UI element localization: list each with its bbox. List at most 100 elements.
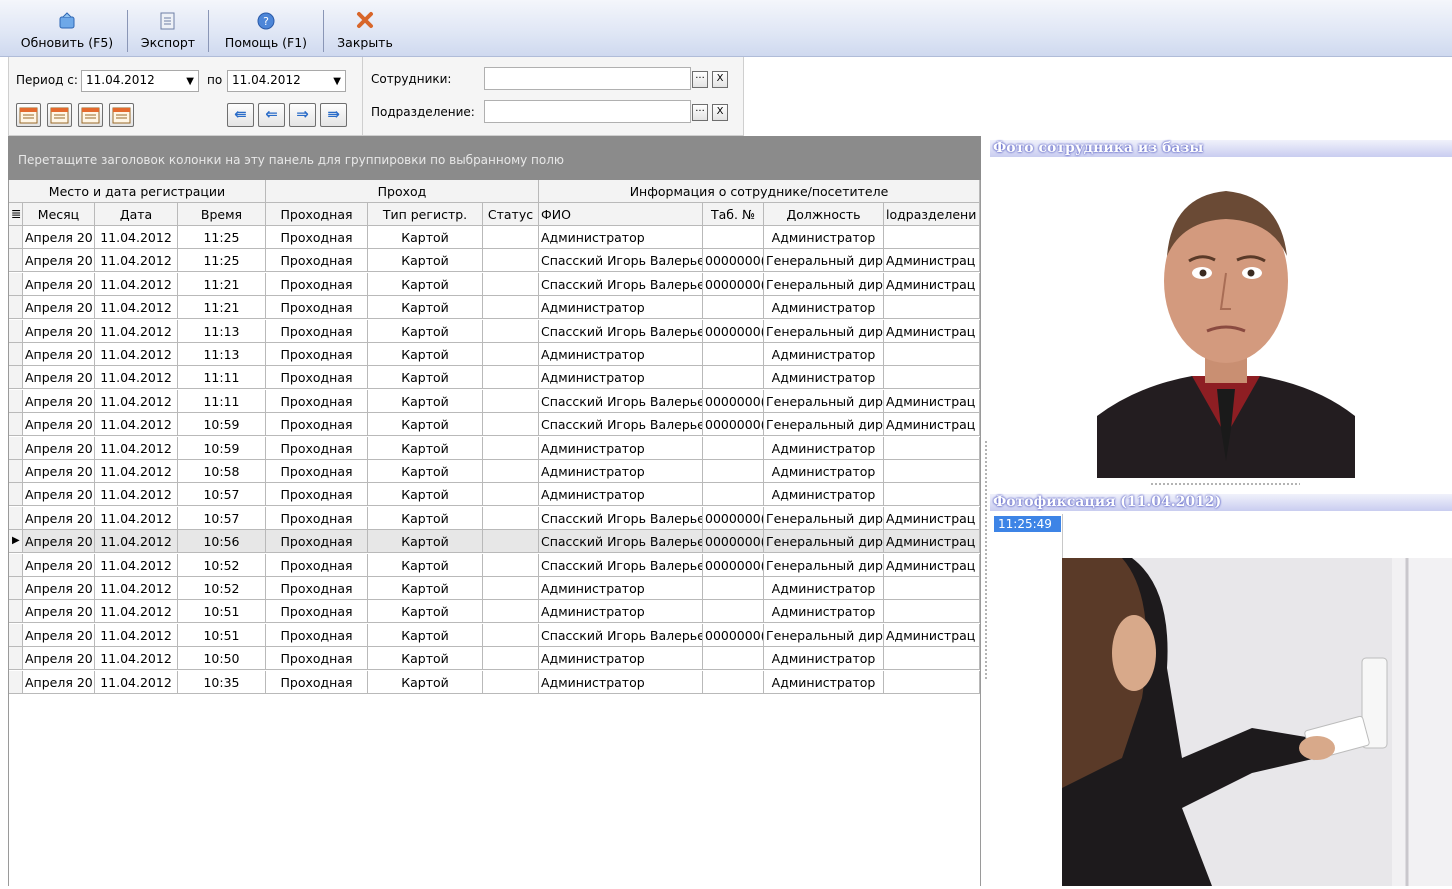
table-cell[interactable]: Картой bbox=[368, 647, 483, 671]
table-cell[interactable]: 11.04.2012 bbox=[95, 600, 178, 624]
table-cell[interactable]: 11:11 bbox=[178, 366, 266, 390]
table-cell[interactable]: 10:50 bbox=[178, 647, 266, 671]
table-cell[interactable] bbox=[483, 413, 539, 437]
table-cell[interactable]: 0000000( bbox=[703, 319, 764, 343]
employees-browse-button[interactable]: ··· bbox=[692, 71, 708, 88]
table-cell[interactable]: Картой bbox=[368, 670, 483, 694]
table-cell[interactable]: Картой bbox=[368, 366, 483, 390]
table-cell[interactable]: 0000000( bbox=[703, 249, 764, 273]
table-cell[interactable] bbox=[483, 272, 539, 296]
table-cell[interactable]: Апреля 20 bbox=[23, 272, 95, 296]
table-cell[interactable]: Картой bbox=[368, 343, 483, 366]
table-row[interactable]: Апреля 20 11.04.2012 11:25 Проходная Картой С… bbox=[9, 249, 980, 273]
row-indicator[interactable]: ▶ bbox=[9, 530, 23, 554]
refresh-button[interactable]: Обновить (F5) bbox=[14, 8, 120, 54]
table-cell[interactable] bbox=[483, 460, 539, 483]
table-cell[interactable]: Апреля 20 bbox=[23, 296, 95, 320]
employees-field[interactable] bbox=[484, 67, 691, 90]
table-cell[interactable] bbox=[483, 600, 539, 624]
table-cell[interactable]: Картой bbox=[368, 483, 483, 507]
table-cell[interactable]: Апреля 20 bbox=[23, 366, 95, 390]
table-cell[interactable]: Спасский Игорь Валерьев bbox=[539, 249, 703, 273]
table-cell[interactable]: 11.04.2012 bbox=[95, 226, 178, 249]
table-cell[interactable]: Проходная bbox=[266, 296, 368, 320]
table-cell[interactable] bbox=[483, 577, 539, 600]
table-cell[interactable]: Генеральный дире bbox=[764, 553, 884, 577]
row-indicator[interactable] bbox=[9, 483, 23, 507]
table-cell[interactable] bbox=[483, 319, 539, 343]
table-cell[interactable]: Администратор bbox=[539, 483, 703, 507]
period-week-button[interactable] bbox=[47, 103, 72, 127]
table-cell[interactable]: Администратор bbox=[539, 647, 703, 671]
table-cell[interactable]: Администратор bbox=[539, 670, 703, 694]
table-cell[interactable]: Спасский Игорь Валерьев bbox=[539, 506, 703, 530]
table-cell[interactable]: Картой bbox=[368, 623, 483, 647]
table-cell[interactable]: Администратор bbox=[539, 436, 703, 460]
table-cell[interactable]: Администратор bbox=[764, 436, 884, 460]
table-cell[interactable]: Проходная bbox=[266, 647, 368, 671]
table-cell[interactable]: 11.04.2012 bbox=[95, 272, 178, 296]
table-cell[interactable] bbox=[884, 343, 980, 366]
table-cell[interactable]: Проходная bbox=[266, 623, 368, 647]
table-cell[interactable]: 10:57 bbox=[178, 483, 266, 507]
period-next-button[interactable]: ⇒ bbox=[289, 103, 316, 127]
row-indicator[interactable] bbox=[9, 413, 23, 437]
table-row[interactable]: Апреля 20 11.04.2012 11:21 Проходная Картой А… bbox=[9, 296, 980, 320]
table-cell[interactable]: Администратор bbox=[764, 296, 884, 320]
table-cell[interactable]: Апреля 20 bbox=[23, 249, 95, 273]
band-header[interactable]: Место и дата регистрации bbox=[9, 180, 266, 203]
table-cell[interactable]: 0000000( bbox=[703, 272, 764, 296]
table-cell[interactable]: Администратор bbox=[764, 460, 884, 483]
table-cell[interactable] bbox=[483, 226, 539, 249]
table-cell[interactable] bbox=[703, 226, 764, 249]
chevron-down-icon[interactable]: ▼ bbox=[333, 76, 341, 87]
table-cell[interactable]: Администратор bbox=[764, 366, 884, 390]
table-cell[interactable]: Администратор bbox=[539, 460, 703, 483]
table-cell[interactable]: Администрац bbox=[884, 553, 980, 577]
position-column-header[interactable]: Должность bbox=[764, 203, 884, 226]
table-cell[interactable]: Проходная bbox=[266, 413, 368, 437]
close-button[interactable]: Закрыть bbox=[332, 8, 398, 54]
table-cell[interactable]: 11:21 bbox=[178, 272, 266, 296]
table-cell[interactable] bbox=[884, 647, 980, 671]
department-browse-button[interactable]: ··· bbox=[692, 104, 708, 121]
table-cell[interactable]: Картой bbox=[368, 272, 483, 296]
table-row[interactable]: Апреля 20 11.04.2012 10:51 Проходная Картой А… bbox=[9, 600, 980, 624]
table-cell[interactable]: Администратор bbox=[764, 670, 884, 694]
table-row[interactable]: Апреля 20 11.04.2012 11:21 Проходная Картой С… bbox=[9, 272, 980, 296]
table-cell[interactable]: 11:13 bbox=[178, 343, 266, 366]
table-cell[interactable]: 10:52 bbox=[178, 577, 266, 600]
table-cell[interactable]: 0000000( bbox=[703, 530, 764, 554]
table-cell[interactable]: Спасский Игорь Валерьев bbox=[539, 272, 703, 296]
row-indicator[interactable] bbox=[9, 249, 23, 273]
table-cell[interactable]: Генеральный дире bbox=[764, 413, 884, 437]
table-cell[interactable] bbox=[703, 460, 764, 483]
table-cell[interactable] bbox=[884, 366, 980, 390]
table-cell[interactable]: Спасский Игорь Валерьев bbox=[539, 389, 703, 413]
row-indicator[interactable] bbox=[9, 506, 23, 530]
table-cell[interactable]: 0000000( bbox=[703, 389, 764, 413]
column-chooser-icon[interactable]: ≣ bbox=[9, 203, 23, 226]
table-cell[interactable]: Администратор bbox=[539, 366, 703, 390]
table-cell[interactable] bbox=[483, 296, 539, 320]
table-row[interactable]: Апреля 20 11.04.2012 10:59 Проходная Картой А… bbox=[9, 436, 980, 460]
table-cell[interactable]: 11:25 bbox=[178, 226, 266, 249]
table-cell[interactable]: 11.04.2012 bbox=[95, 366, 178, 390]
table-cell[interactable] bbox=[483, 436, 539, 460]
row-indicator[interactable] bbox=[9, 343, 23, 366]
table-cell[interactable]: Спасский Игорь Валерьев bbox=[539, 623, 703, 647]
table-cell[interactable] bbox=[703, 670, 764, 694]
table-cell[interactable]: Картой bbox=[368, 249, 483, 273]
table-cell[interactable]: 11.04.2012 bbox=[95, 296, 178, 320]
vertical-splitter[interactable] bbox=[984, 440, 988, 680]
table-cell[interactable]: Администратор bbox=[764, 226, 884, 249]
table-cell[interactable]: 11.04.2012 bbox=[95, 553, 178, 577]
table-cell[interactable] bbox=[703, 366, 764, 390]
table-cell[interactable]: Администрац bbox=[884, 413, 980, 437]
table-cell[interactable] bbox=[884, 670, 980, 694]
table-cell[interactable]: Картой bbox=[368, 413, 483, 437]
table-cell[interactable]: Администрац bbox=[884, 272, 980, 296]
period-from-combo[interactable]: 11.04.2012 ▼ bbox=[81, 70, 199, 92]
table-cell[interactable]: 0000000( bbox=[703, 413, 764, 437]
table-row[interactable]: Апреля 20 11.04.2012 10:58 Проходная Картой А… bbox=[9, 460, 980, 483]
